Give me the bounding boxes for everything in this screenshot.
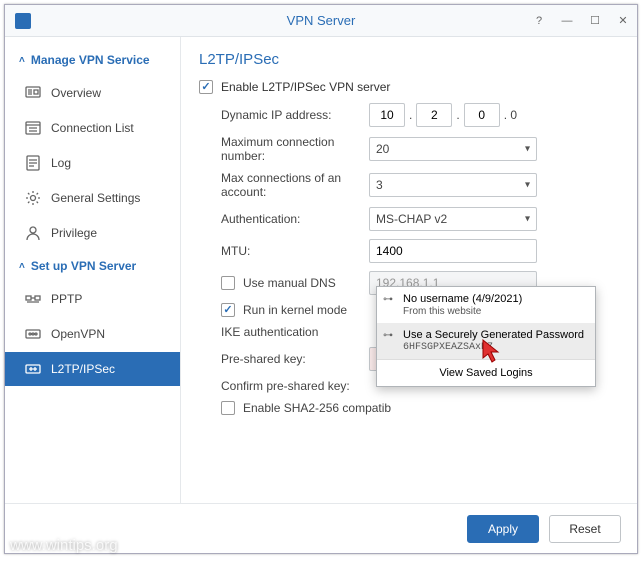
max-acct-select[interactable]: 3 xyxy=(369,173,537,197)
max-acct-label: Max connections of an account: xyxy=(199,171,369,199)
sha-checkbox[interactable] xyxy=(221,401,235,415)
nav-label: Connection List xyxy=(51,121,134,135)
password-suggestion-popup: ⊶ No username (4/9/2021) From this websi… xyxy=(376,286,596,387)
auth-label: Authentication: xyxy=(199,212,369,226)
help-button[interactable]: ? xyxy=(525,5,553,37)
nav-l2tp-ipsec[interactable]: L2TP/IPSec xyxy=(5,352,180,386)
mtu-label: MTU: xyxy=(199,244,369,258)
manual-dns-label: Use manual DNS xyxy=(243,276,336,290)
reset-button[interactable]: Reset xyxy=(549,515,621,543)
nav-label: Privilege xyxy=(51,226,97,240)
nav-label: Overview xyxy=(51,86,101,100)
page-title: L2TP/IPSec xyxy=(199,51,619,68)
nav-label: PPTP xyxy=(51,292,82,306)
kernel-mode-label: Run in kernel mode xyxy=(243,303,347,317)
titlebar[interactable]: VPN Server ? — ☐ ✕ xyxy=(5,5,637,37)
auth-select[interactable]: MS-CHAP v2 xyxy=(369,207,537,231)
manual-dns-checkbox[interactable] xyxy=(221,276,235,290)
minimize-button[interactable]: — xyxy=(553,5,581,37)
openvpn-icon xyxy=(25,326,41,342)
close-button[interactable]: ✕ xyxy=(609,5,637,37)
enable-checkbox[interactable] xyxy=(199,80,213,94)
psk-label: Pre-shared key: xyxy=(199,352,369,366)
ip-octet-3[interactable] xyxy=(464,103,500,127)
apply-button[interactable]: Apply xyxy=(467,515,539,543)
pptp-icon xyxy=(25,291,41,307)
nav-pptp[interactable]: PPTP xyxy=(5,282,180,316)
nav-general-settings[interactable]: General Settings xyxy=(5,181,180,215)
nav-privilege[interactable]: Privilege xyxy=(5,216,180,250)
vpn-server-window: VPN Server ? — ☐ ✕ ˄ Manage VPN Service … xyxy=(4,4,638,554)
ip-octet-1[interactable] xyxy=(369,103,405,127)
sha-label: Enable SHA2-256 compatib xyxy=(243,401,391,415)
l2tp-icon xyxy=(25,361,41,377)
sidebar: ˄ Manage VPN Service Overview Connection… xyxy=(5,37,181,503)
content-pane: L2TP/IPSec Enable L2TP/IPSec VPN server … xyxy=(181,37,637,503)
popup-item-no-username[interactable]: ⊶ No username (4/9/2021) From this websi… xyxy=(377,287,595,323)
maximize-button[interactable]: ☐ xyxy=(581,5,609,37)
section-setup-vpn[interactable]: ˄ Set up VPN Server xyxy=(5,251,180,281)
psk-confirm-label: Confirm pre-shared key: xyxy=(199,379,369,393)
key-icon: ⊶ xyxy=(383,330,393,341)
gear-icon xyxy=(25,190,41,206)
nav-label: General Settings xyxy=(51,191,140,205)
nav-label: L2TP/IPSec xyxy=(51,362,115,376)
key-icon: ⊶ xyxy=(383,294,393,305)
kernel-mode-checkbox[interactable] xyxy=(221,303,235,317)
enable-label: Enable L2TP/IPSec VPN server xyxy=(221,80,390,94)
user-icon xyxy=(25,225,41,241)
ip-octet-2[interactable] xyxy=(416,103,452,127)
footer: Apply Reset xyxy=(5,503,637,553)
nav-label: Log xyxy=(51,156,71,170)
mtu-input[interactable] xyxy=(369,239,537,263)
section-manage-vpn[interactable]: ˄ Manage VPN Service xyxy=(5,45,180,75)
chevron-up-icon: ˄ xyxy=(19,261,25,272)
nav-overview[interactable]: Overview xyxy=(5,76,180,110)
overview-icon xyxy=(25,85,41,101)
max-conn-select[interactable]: 20 xyxy=(369,137,537,161)
nav-label: OpenVPN xyxy=(51,327,105,341)
log-icon xyxy=(25,155,41,171)
app-icon xyxy=(15,13,31,29)
list-icon xyxy=(25,120,41,136)
nav-log[interactable]: Log xyxy=(5,146,180,180)
max-conn-label: Maximum connection number: xyxy=(199,135,369,163)
nav-connection-list[interactable]: Connection List xyxy=(5,111,180,145)
nav-openvpn[interactable]: OpenVPN xyxy=(5,317,180,351)
chevron-up-icon: ˄ xyxy=(19,55,25,66)
dynamic-ip-label: Dynamic IP address: xyxy=(199,108,369,122)
